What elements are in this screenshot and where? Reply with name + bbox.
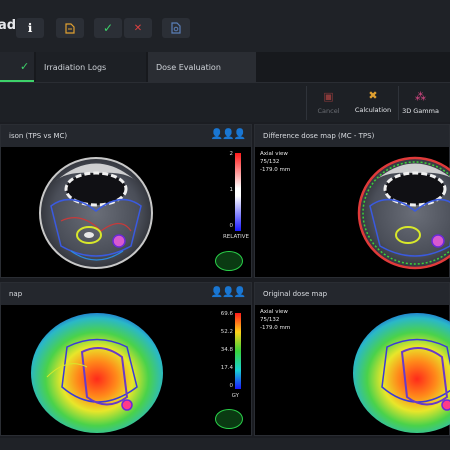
close-icon: ✕ — [133, 22, 143, 34]
scale-tick: 0 — [229, 383, 234, 389]
person-icons[interactable]: 👤👤👤 — [211, 129, 246, 140]
calculation-label: Calculation — [354, 106, 392, 114]
gamma-icon: ⁂ — [415, 90, 426, 103]
dose-map-image[interactable] — [27, 307, 167, 435]
scale-label: GY — [231, 393, 239, 399]
panel-original-dose-map: Original dose map Axial view 75/132 -179… — [254, 282, 450, 436]
difference-dose-image[interactable] — [355, 151, 450, 271]
gamma-label: 3D Gamma — [402, 107, 439, 115]
panel-difference-dose-map: Difference dose map (MC - TPS) Axial vie… — [254, 124, 450, 278]
check-icon: ✓ — [20, 59, 30, 73]
calculation-button[interactable]: ✖ Calculation — [351, 89, 395, 114]
original-dose-image[interactable] — [351, 307, 450, 435]
tab-dose-evaluation[interactable]: Dose Evaluation — [148, 52, 256, 82]
scale-tick: 52.2 — [220, 329, 233, 335]
cancel-icon: ▣ — [323, 90, 334, 103]
tab-label: Dose Evaluation — [156, 62, 221, 72]
document-icon — [65, 22, 75, 34]
slice-position: -179.0 mm — [260, 167, 291, 173]
scale-min: 0 — [229, 223, 234, 229]
ct-difference-image[interactable] — [31, 151, 161, 271]
panel-title: Original dose map — [255, 283, 449, 305]
slice-info: Axial view 75/132 -179.0 mm — [260, 308, 290, 332]
top-bar: ad ℹ ✓ ✕ — [0, 0, 450, 52]
panel-title-text: Difference dose map (MC - TPS) — [263, 132, 375, 140]
panel-dose-map: nap 👤👤👤 69.6 52.2 34.8 17.4 0 GY — [0, 282, 252, 436]
scale-tick: 34.8 — [220, 347, 233, 353]
panel-title-text: Original dose map — [263, 290, 328, 298]
panel-title: Difference dose map (MC - TPS) — [255, 125, 449, 147]
confirm-button[interactable]: ✓ — [94, 18, 122, 38]
view-label: Axial view — [260, 151, 288, 157]
slice-number: 75/132 — [260, 317, 280, 323]
scale-tick: 17.4 — [220, 365, 233, 371]
window-title: ad — [0, 18, 17, 33]
gy-color-scale — [235, 313, 241, 389]
scale-label: RELATIVE — [222, 234, 249, 240]
panel-title-text: ison (TPS vs MC) — [9, 132, 68, 140]
orientation-widget[interactable] — [215, 409, 243, 429]
reject-button[interactable]: ✕ — [124, 18, 152, 38]
panel-title: nap 👤👤👤 — [1, 283, 251, 305]
scale-mid: 1 — [229, 187, 234, 193]
cancel-label: Cancel — [317, 107, 340, 115]
slice-position: -179.0 mm — [260, 325, 291, 331]
cancel-button[interactable]: ▣ Cancel — [306, 86, 350, 120]
scale-tick: 69.6 — [220, 311, 233, 317]
tab-irradiation-logs[interactable]: Irradiation Logs — [36, 52, 146, 82]
panel-title-text: nap — [9, 290, 23, 298]
relative-color-scale — [235, 153, 241, 231]
toolbar: ▣ Cancel ✖ Calculation ⁂ 3D Gamma — [0, 82, 450, 122]
status-bar — [0, 438, 450, 450]
orientation-widget[interactable] — [215, 251, 243, 271]
panel-comparison: ison (TPS vs MC) 👤👤👤 2 1 0 RELATIVE — [0, 124, 252, 278]
view-label: Axial view — [260, 309, 288, 315]
person-icons[interactable]: 👤👤👤 — [211, 287, 246, 298]
slice-info: Axial view 75/132 -179.0 mm — [260, 150, 290, 174]
file-search-button[interactable] — [162, 18, 190, 38]
info-button[interactable]: ℹ — [16, 18, 44, 38]
tab-previous[interactable]: ✓ — [0, 52, 34, 82]
tab-bar: ✓ Irradiation Logs Dose Evaluation — [0, 52, 450, 82]
info-icon: ℹ — [27, 21, 33, 35]
calculation-icon: ✖ — [368, 89, 378, 102]
tab-label: Irradiation Logs — [44, 62, 107, 72]
check-icon: ✓ — [102, 21, 114, 35]
panel-title: ison (TPS vs MC) 👤👤👤 — [1, 125, 251, 147]
slice-number: 75/132 — [260, 159, 280, 165]
scale-max: 2 — [229, 151, 234, 157]
file-search-icon — [171, 22, 181, 34]
document-button[interactable] — [56, 18, 84, 38]
gamma-button[interactable]: ⁂ 3D Gamma — [398, 86, 442, 120]
